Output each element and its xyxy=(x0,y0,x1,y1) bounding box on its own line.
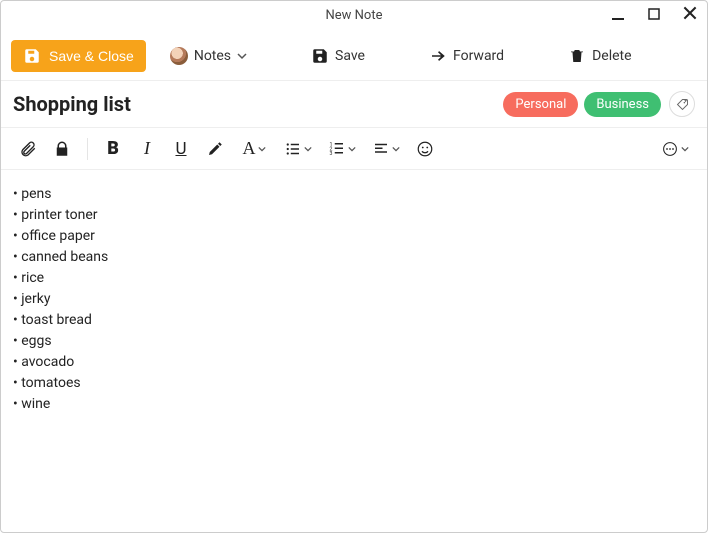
avatar xyxy=(170,47,188,65)
list-item: toast bread xyxy=(13,310,695,331)
emoji-button[interactable] xyxy=(410,134,440,164)
chevron-down-icon xyxy=(681,145,689,153)
list-item: rice xyxy=(13,268,695,289)
tag-add-icon xyxy=(675,97,690,112)
bullet-list-icon xyxy=(284,140,302,158)
format-toolbar: B I U A 123 xyxy=(1,128,707,170)
tag-business[interactable]: Business xyxy=(584,92,661,117)
list-item: tomatoes xyxy=(13,373,695,394)
window-title: New Note xyxy=(326,8,383,23)
divider xyxy=(87,138,88,160)
add-tag-button[interactable] xyxy=(669,91,695,117)
chevron-down-icon xyxy=(304,145,312,153)
bold-button[interactable]: B xyxy=(98,134,128,164)
close-button[interactable] xyxy=(681,4,699,27)
chevron-down-icon xyxy=(392,145,400,153)
close-icon xyxy=(681,4,699,22)
paperclip-icon xyxy=(19,140,37,158)
bullet-list-button[interactable] xyxy=(278,134,318,164)
trash-icon xyxy=(568,47,586,65)
svg-text:3: 3 xyxy=(330,151,333,157)
note-title[interactable]: Shopping list xyxy=(13,92,497,116)
numbered-list-button[interactable]: 123 xyxy=(322,134,362,164)
italic-button[interactable]: I xyxy=(132,134,162,164)
more-horizontal-icon xyxy=(661,140,679,158)
list-item: wine xyxy=(13,394,695,415)
delete-button[interactable]: Delete xyxy=(562,43,637,69)
chevron-down-icon xyxy=(237,51,247,61)
notes-label: Notes xyxy=(194,48,231,64)
chevron-down-icon xyxy=(348,145,356,153)
minimize-icon xyxy=(610,6,626,22)
attachment-button[interactable] xyxy=(13,134,43,164)
font-color-button[interactable]: A xyxy=(234,134,274,164)
list-item: eggs xyxy=(13,331,695,352)
save-button[interactable]: Save xyxy=(305,43,371,69)
align-button[interactable] xyxy=(366,134,406,164)
lock-button[interactable] xyxy=(47,134,77,164)
tag-personal[interactable]: Personal xyxy=(503,92,578,117)
numbered-list-icon: 123 xyxy=(328,140,346,158)
highlighter-icon xyxy=(206,140,224,158)
lock-icon xyxy=(53,140,71,158)
maximize-button[interactable] xyxy=(645,6,663,26)
minimize-button[interactable] xyxy=(609,6,627,26)
save-icon xyxy=(23,47,41,65)
chevron-down-icon xyxy=(258,145,266,153)
list-item: canned beans xyxy=(13,247,695,268)
list-item: pens xyxy=(13,184,695,205)
list-item: avocado xyxy=(13,352,695,373)
save-close-label: Save & Close xyxy=(49,48,134,64)
delete-label: Delete xyxy=(592,48,631,64)
notes-dropdown[interactable]: Notes xyxy=(164,43,253,69)
forward-label: Forward xyxy=(453,48,504,64)
save-label: Save xyxy=(335,48,365,64)
save-icon xyxy=(311,47,329,65)
align-left-icon xyxy=(372,140,390,158)
main-toolbar: Save & Close Notes Save Forward Delete xyxy=(1,31,707,81)
list-item: office paper xyxy=(13,226,695,247)
maximize-icon xyxy=(646,6,662,22)
more-options-button[interactable] xyxy=(655,134,695,164)
note-content[interactable]: pens printer toner office paper canned b… xyxy=(1,170,707,429)
highlight-button[interactable] xyxy=(200,134,230,164)
note-header: Shopping list Personal Business xyxy=(1,81,707,128)
titlebar: New Note xyxy=(1,1,707,31)
smiley-icon xyxy=(416,140,434,158)
save-close-button[interactable]: Save & Close xyxy=(11,40,146,72)
list-item: jerky xyxy=(13,289,695,310)
font-a-icon: A xyxy=(243,138,256,159)
list-item: printer toner xyxy=(13,205,695,226)
underline-button[interactable]: U xyxy=(166,134,196,164)
forward-button[interactable]: Forward xyxy=(423,43,510,69)
forward-icon xyxy=(429,47,447,65)
window-controls xyxy=(609,1,699,30)
